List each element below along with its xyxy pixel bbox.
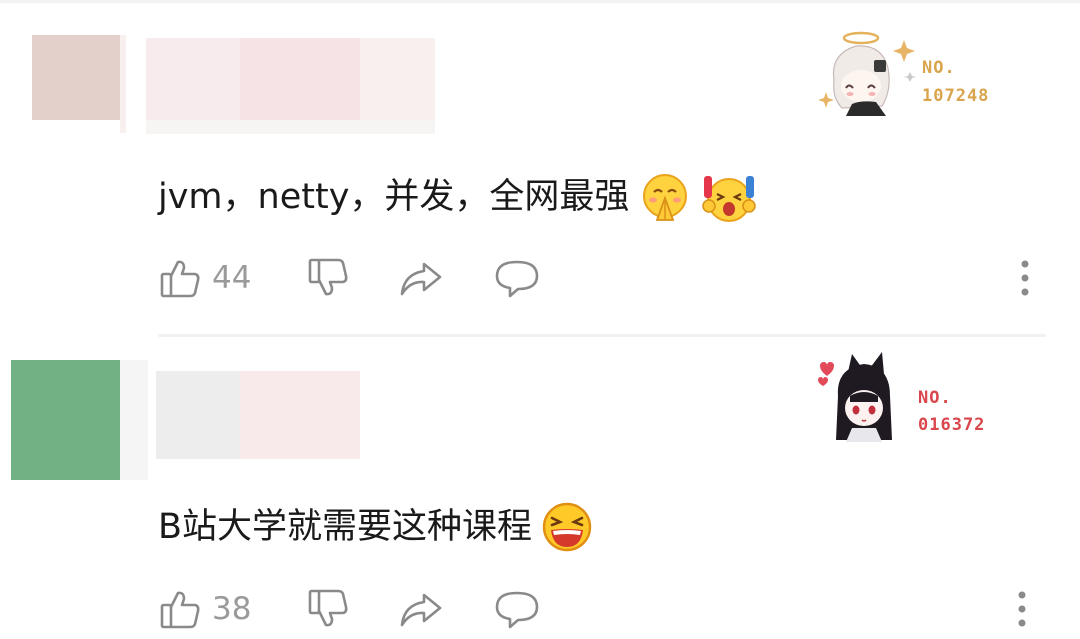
badge-number: 107248 — [922, 86, 990, 106]
reply-button[interactable] — [494, 584, 540, 634]
share-button[interactable] — [398, 584, 444, 634]
badge-no-label: NO. — [918, 388, 952, 408]
badge-no-label: NO. — [922, 58, 956, 78]
user-avatar[interactable] — [32, 35, 120, 120]
like-button[interactable]: 44 — [158, 253, 251, 303]
thumbs-down-icon — [308, 589, 348, 627]
username-blurred-2 — [240, 371, 360, 459]
like-button[interactable]: 38 — [158, 584, 251, 634]
thumbs-down-icon — [308, 258, 348, 296]
like-count: 38 — [212, 591, 252, 627]
comment-divider — [158, 334, 1046, 337]
comment-text: B站大学就需要这种课程 — [158, 507, 533, 547]
blur-band — [146, 120, 435, 134]
comment-content: jvm，netty，并发，全网最强 — [158, 172, 757, 222]
username-blurred[interactable] — [156, 371, 240, 459]
share-button[interactable] — [398, 253, 444, 303]
more-options-icon[interactable] — [1015, 589, 1029, 629]
fan-badge[interactable]: NO. 107248 — [816, 24, 1012, 116]
comment-actions: 38 — [158, 584, 1038, 634]
top-divider — [0, 0, 1080, 3]
thumbs-up-icon — [160, 260, 200, 298]
like-count: 44 — [212, 260, 252, 296]
dislike-button[interactable] — [306, 584, 350, 634]
avatar-shadow — [120, 35, 126, 133]
badge-character-image — [818, 31, 916, 116]
comment-content: B站大学就需要这种课程 — [158, 501, 594, 553]
laughing-face-emoji — [542, 502, 592, 552]
comment-bubble-icon — [495, 591, 539, 629]
share-arrow-icon — [400, 593, 442, 627]
badge-number: 016372 — [918, 415, 986, 435]
user-avatar[interactable] — [11, 360, 120, 480]
badge-character-image — [818, 352, 892, 442]
share-arrow-icon — [400, 262, 442, 296]
dislike-button[interactable] — [306, 253, 350, 303]
reply-button[interactable] — [494, 253, 540, 303]
comment-text: jvm，netty，并发，全网最强 — [158, 177, 630, 217]
more-options-icon[interactable] — [1018, 258, 1032, 298]
comment-actions: 44 — [158, 253, 1038, 303]
excited-face-emoji — [702, 176, 757, 222]
fan-badge[interactable]: NO. 016372 — [812, 350, 1008, 444]
thumbs-up-icon — [160, 591, 200, 629]
praying-face-emoji — [643, 174, 688, 221]
avatar-shadow — [120, 360, 148, 480]
comment-bubble-icon — [495, 260, 539, 298]
